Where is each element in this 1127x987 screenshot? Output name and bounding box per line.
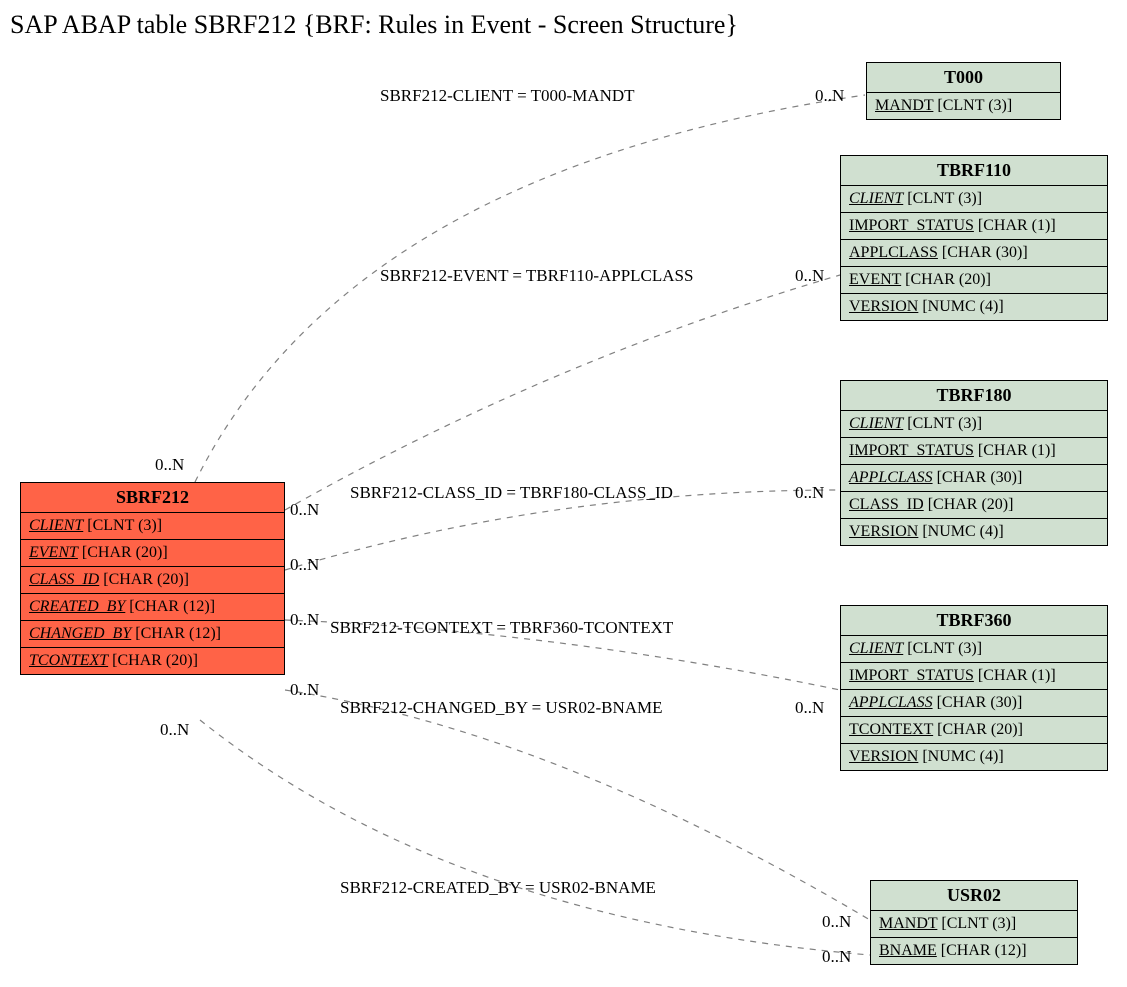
entity-tbrf110-row: CLIENT [CLNT (3)] [841,186,1107,213]
entity-sbrf212-row: CLIENT [CLNT (3)] [21,513,284,540]
cardinality-r3-right: 0..N [795,483,824,503]
cardinality-r6-right: 0..N [822,947,851,967]
entity-usr02-row: BNAME [CHAR (12)] [871,938,1077,964]
entity-usr02-header: USR02 [871,881,1077,911]
cardinality-r5-right: 0..N [822,912,851,932]
relation-label-r5: SBRF212-CHANGED_BY = USR02-BNAME [340,698,663,718]
entity-t000-row: MANDT [CLNT (3)] [867,93,1060,119]
entity-tbrf360: TBRF360 CLIENT [CLNT (3)] IMPORT_STATUS … [840,605,1108,771]
cardinality-r5-left: 0..N [290,680,319,700]
entity-tbrf360-row: CLIENT [CLNT (3)] [841,636,1107,663]
entity-sbrf212-row: CREATED_BY [CHAR (12)] [21,594,284,621]
relation-label-r2: SBRF212-EVENT = TBRF110-APPLCLASS [380,266,693,286]
entity-usr02: USR02 MANDT [CLNT (3)] BNAME [CHAR (12)] [870,880,1078,965]
entity-tbrf110-header: TBRF110 [841,156,1107,186]
entity-tbrf180-row: CLIENT [CLNT (3)] [841,411,1107,438]
entity-tbrf360-row: APPLCLASS [CHAR (30)] [841,690,1107,717]
cardinality-r2-left: 0..N [290,500,319,520]
entity-sbrf212-header: SBRF212 [21,483,284,513]
cardinality-r3-left: 0..N [290,555,319,575]
entity-sbrf212: SBRF212 CLIENT [CLNT (3)] EVENT [CHAR (2… [20,482,285,675]
relation-label-r6: SBRF212-CREATED_BY = USR02-BNAME [340,878,656,898]
cardinality-r1-right: 0..N [815,86,844,106]
entity-sbrf212-row: TCONTEXT [CHAR (20)] [21,648,284,674]
entity-tbrf110-row: EVENT [CHAR (20)] [841,267,1107,294]
entity-tbrf110-row: IMPORT_STATUS [CHAR (1)] [841,213,1107,240]
relation-label-r1: SBRF212-CLIENT = T000-MANDT [380,86,635,106]
entity-tbrf180-row: VERSION [NUMC (4)] [841,519,1107,545]
cardinality-r6-left: 0..N [160,720,189,740]
page-title: SAP ABAP table SBRF212 {BRF: Rules in Ev… [10,10,738,40]
entity-tbrf360-row: IMPORT_STATUS [CHAR (1)] [841,663,1107,690]
relation-label-r4: SBRF212-TCONTEXT = TBRF360-TCONTEXT [330,618,673,638]
entity-tbrf360-row: TCONTEXT [CHAR (20)] [841,717,1107,744]
cardinality-r4-left: 0..N [290,610,319,630]
cardinality-r2-right: 0..N [795,266,824,286]
entity-tbrf110-row: VERSION [NUMC (4)] [841,294,1107,320]
entity-tbrf180-row: CLASS_ID [CHAR (20)] [841,492,1107,519]
entity-sbrf212-row: EVENT [CHAR (20)] [21,540,284,567]
entity-tbrf180-header: TBRF180 [841,381,1107,411]
entity-tbrf360-header: TBRF360 [841,606,1107,636]
entity-sbrf212-row: CLASS_ID [CHAR (20)] [21,567,284,594]
entity-tbrf180-row: APPLCLASS [CHAR (30)] [841,465,1107,492]
entity-tbrf180-row: IMPORT_STATUS [CHAR (1)] [841,438,1107,465]
entity-sbrf212-row: CHANGED_BY [CHAR (12)] [21,621,284,648]
relation-label-r3: SBRF212-CLASS_ID = TBRF180-CLASS_ID [350,483,673,503]
entity-tbrf110: TBRF110 CLIENT [CLNT (3)] IMPORT_STATUS … [840,155,1108,321]
entity-tbrf360-row: VERSION [NUMC (4)] [841,744,1107,770]
entity-t000: T000 MANDT [CLNT (3)] [866,62,1061,120]
entity-tbrf180: TBRF180 CLIENT [CLNT (3)] IMPORT_STATUS … [840,380,1108,546]
cardinality-r4-right: 0..N [795,698,824,718]
cardinality-r1-left: 0..N [155,455,184,475]
entity-tbrf110-row: APPLCLASS [CHAR (30)] [841,240,1107,267]
entity-usr02-row: MANDT [CLNT (3)] [871,911,1077,938]
entity-t000-header: T000 [867,63,1060,93]
